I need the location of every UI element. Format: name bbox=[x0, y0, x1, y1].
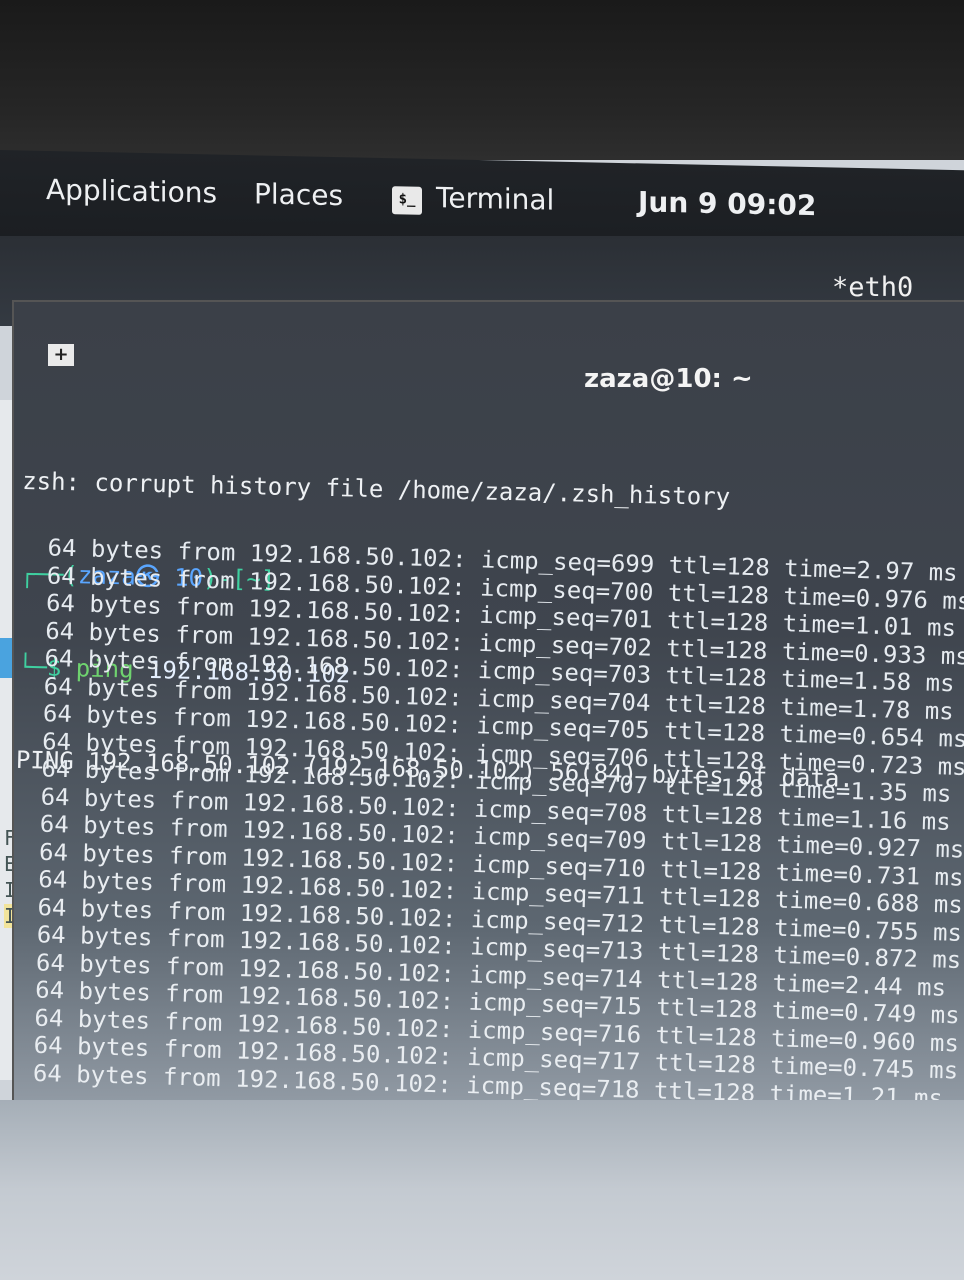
new-tab-icon[interactable]: + bbox=[48, 344, 74, 366]
network-interface-label[interactable]: *eth0 bbox=[832, 272, 913, 303]
places-menu[interactable]: Places bbox=[254, 177, 343, 212]
applications-menu[interactable]: Applications bbox=[46, 173, 217, 210]
clock[interactable]: Jun 9 09:02 bbox=[638, 185, 816, 222]
monitor-bezel bbox=[0, 0, 964, 160]
terminal-title: zaza@10: ~ bbox=[584, 364, 753, 394]
terminal-icon[interactable]: $_ bbox=[392, 186, 422, 215]
terminal-window[interactable]: + zaza@10: ~ zsh: corrupt history file /… bbox=[12, 300, 964, 1132]
ping-replies: 64 bytes from 192.168.50.102: icmp_seq=6… bbox=[33, 534, 964, 1113]
terminal-app-label[interactable]: Terminal bbox=[436, 181, 554, 216]
history-warning: zsh: corrupt history file /home/zaza/.zs… bbox=[21, 466, 731, 512]
screen-bottom bbox=[0, 1100, 964, 1280]
